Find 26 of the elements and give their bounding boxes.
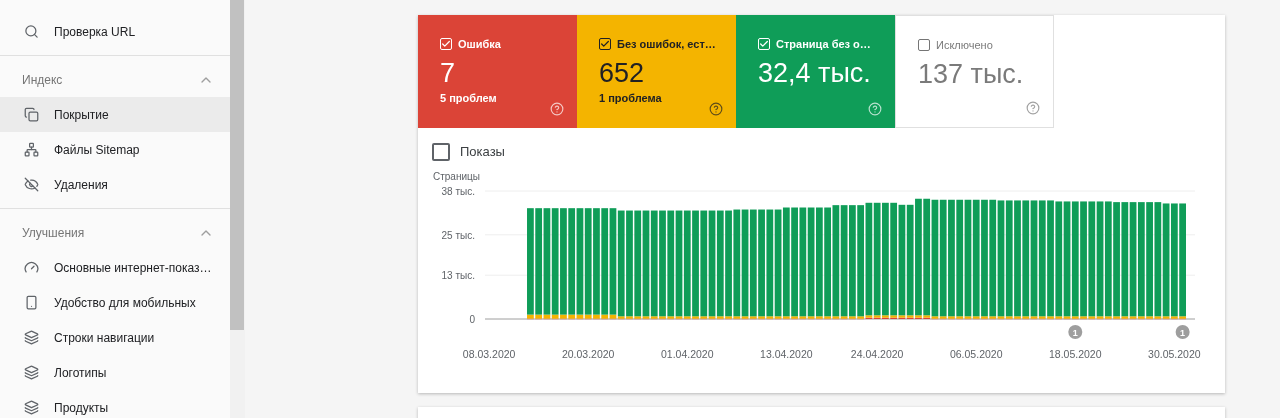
tile-value: 7: [440, 56, 457, 90]
axis-tick-label: 06.05.2020: [949, 347, 1003, 360]
axis-tick-label: 18.05.2020: [1049, 347, 1102, 360]
tile-label: Страница без о…: [776, 37, 871, 52]
axis-tick-label: 38 тыс.: [441, 185, 475, 197]
axis-tick-label: 20.03.2020: [561, 347, 615, 360]
axis-tick-label: 08.03.2020: [462, 347, 516, 360]
axis-tick-label: 0: [469, 313, 475, 325]
axis-tick-label: 13 тыс.: [441, 269, 475, 281]
section-heading: Улучшения: [22, 224, 85, 242]
checkbox-label: Показы: [460, 143, 505, 161]
tile-label: Ошибка: [458, 37, 501, 52]
axis-tick-label: 01.04.2020: [661, 347, 714, 360]
tile-value: 652: [599, 56, 646, 90]
tile-detail: 5 проблем: [440, 90, 498, 105]
axis-tick-label: 30.05.2020: [1148, 347, 1201, 360]
axis-tick-label: 24.04.2020: [850, 347, 904, 360]
tile-value: 32,4 тыс.: [758, 56, 872, 90]
tile-label: Без ошибок, ест…: [617, 37, 716, 52]
tile-label: Исключено: [936, 38, 993, 53]
axis-tick-label: 25 тыс.: [441, 229, 475, 241]
tile-value: 137 тыс.: [918, 57, 1025, 91]
axis-tick-label: 13.04.2020: [760, 347, 813, 360]
tile-detail: 1 проблема: [599, 90, 663, 105]
axis-title: Страницы: [433, 170, 480, 182]
section-heading: Индекс: [22, 71, 63, 89]
